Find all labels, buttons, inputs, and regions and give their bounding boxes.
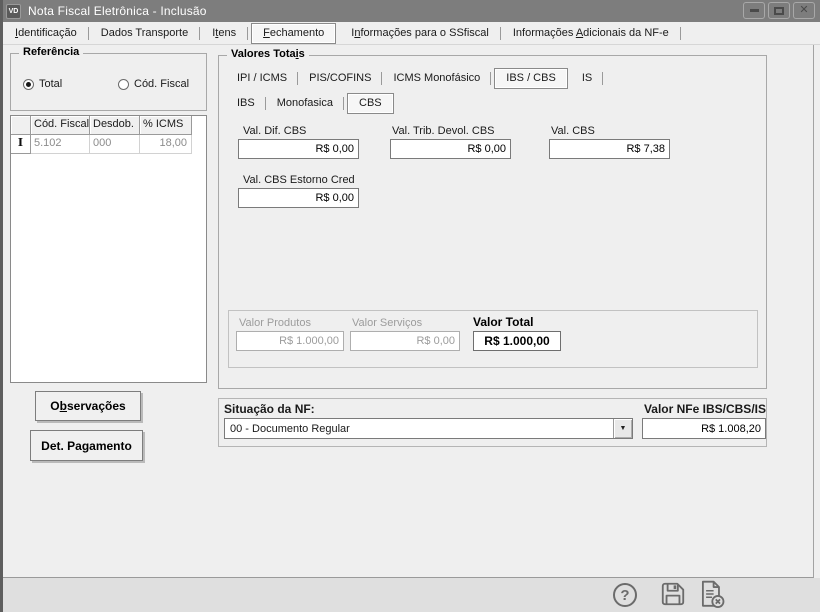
cancel-nf-icon [701,580,725,608]
window-title: Nota Fiscal Eletrônica - Inclusão [28,4,207,18]
tab-monofasica[interactable]: Monofasica [266,94,345,113]
situacao-dropdown-value: 00 - Documento Regular [230,422,350,435]
row-cursor-icon: I [11,135,31,154]
radio-cod-fiscal-icon [118,78,129,90]
minimize-icon [749,9,759,12]
titlebar: VD Nota Fiscal Eletrônica - Inclusão ✕ [0,0,820,22]
cell-cod-fiscal: 5.102 [31,135,90,154]
val-trib-devol-cbs-label: Val. Trib. Devol. CBS [392,125,495,137]
help-button[interactable]: ? [612,582,638,608]
tab-informacoes-adicionais-nfe[interactable]: Informações Adicionais da NF-e [501,24,681,43]
ibs-cbs-tabstrip: IBS Monofasica CBS [226,92,397,114]
minimize-button[interactable] [743,2,765,19]
valor-total-label: Valor Total [473,315,534,329]
valor-nfe-label: Valor NFe IBS/CBS/IS [643,402,766,416]
save-button[interactable] [659,580,687,608]
col-icms: % ICMS [140,116,192,135]
tab-ipi-icms[interactable]: IPI / ICMS [226,69,299,88]
footer-bar: ? [3,578,820,612]
val-cbs-estorno-field[interactable]: R$ 0,00 [238,188,359,208]
nota-fiscal-window: VD Nota Fiscal Eletrônica - Inclusão ✕ I… [0,0,820,612]
maximize-icon [774,6,784,15]
valor-nfe-field[interactable]: R$ 1.008,20 [642,418,766,439]
radio-total[interactable]: Total [23,78,62,90]
chevron-down-icon[interactable]: ▼ [613,419,632,438]
grid-row[interactable]: I 5.102 000 18,00 [11,135,206,154]
situacao-label: Situação da NF: [224,402,315,416]
cancel-nf-button[interactable] [697,579,727,609]
grid-header-row: Cód. Fiscal Desdob. % ICMS [11,116,206,135]
tab-cbs[interactable]: CBS [347,92,394,114]
valores-totais-title: Valores Totais [227,48,309,60]
tab-informacoes-ssfiscal[interactable]: Informações para o SSfiscal [339,24,501,43]
tab-fechamento[interactable]: Fechamento [251,22,337,44]
referencia-title: Referência [19,46,84,58]
situacao-panel: Situação da NF: 00 - Documento Regular ▼… [218,398,767,447]
valor-produtos-field: R$ 1.000,00 [236,331,344,351]
cod-fiscal-grid: Cód. Fiscal Desdob. % ICMS I 5.102 000 1… [10,115,207,383]
window-frame-edge [0,0,3,612]
tab-is[interactable]: IS [571,69,604,88]
val-cbs-label: Val. CBS [551,125,595,137]
val-dif-cbs-field[interactable]: R$ 0,00 [238,139,359,159]
valor-produtos-label: Valor Produtos [239,317,311,329]
det-pagamento-button[interactable]: Det. Pagamento [30,430,143,461]
tab-pis-cofins[interactable]: PIS/COFINS [298,69,383,88]
tab-dados-transporte[interactable]: Dados Transporte [89,24,201,43]
valor-total-field: R$ 1.000,00 [473,331,561,351]
save-icon [661,582,685,606]
tab-itens[interactable]: Itens [200,24,248,43]
referencia-groupbox: Referência Total Cód. Fiscal [10,46,207,111]
app-icon: VD [6,3,21,19]
val-cbs-field[interactable]: R$ 7,38 [549,139,670,159]
cell-desdob: 000 [90,135,140,154]
help-icon: ? [613,583,637,607]
val-trib-devol-cbs-field[interactable]: R$ 0,00 [390,139,511,159]
close-icon: ✕ [799,4,809,16]
radio-cod-fiscal[interactable]: Cód. Fiscal [118,78,189,90]
radio-total-label: Total [39,78,63,90]
situacao-dropdown[interactable]: 00 - Documento Regular ▼ [224,418,633,439]
valor-servicos-label: Valor Serviços [352,317,423,329]
totals-panel: Valor Produtos R$ 1.000,00 Valor Serviço… [228,310,758,368]
col-selector [11,116,31,135]
col-cod-fiscal: Cód. Fiscal [31,116,90,135]
valores-totais-groupbox: Valores Totais IPI / ICMS PIS/COFINS ICM… [218,48,767,389]
radio-cod-fiscal-label: Cód. Fiscal [134,78,190,90]
tab-identificacao[interactable]: Identificação [3,24,89,43]
close-button[interactable]: ✕ [793,2,815,19]
col-desdob: Desdob. [90,116,140,135]
tab-ibs-cbs[interactable]: IBS / CBS [494,67,568,89]
valor-servicos-field: R$ 0,00 [350,331,460,351]
radio-total-icon [23,78,34,90]
tab-icms-monofasico[interactable]: ICMS Monofásico [382,69,492,88]
maximize-button[interactable] [768,2,790,19]
observacoes-button[interactable]: Ob servações [35,391,141,421]
cell-icms: 18,00 [140,135,192,154]
tab-ibs[interactable]: IBS [226,94,266,113]
val-dif-cbs-label: Val. Dif. CBS [243,125,307,137]
main-tabstrip: Identificação Dados Transporte Itens Fec… [3,22,820,45]
tax-tabstrip: IPI / ICMS PIS/COFINS ICMS Monofásico IB… [226,67,604,89]
val-cbs-estorno-label: Val. CBS Estorno Cred [243,174,355,186]
